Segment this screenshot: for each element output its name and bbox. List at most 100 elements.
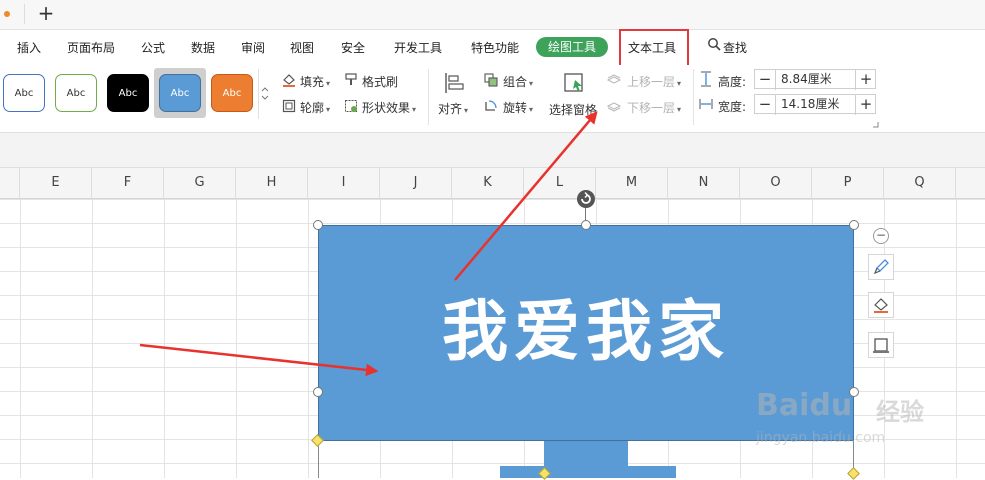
shape-text[interactable]: 我爱我家 <box>319 278 853 374</box>
fill-bucket-icon <box>874 298 888 313</box>
menu-bar: 插入 页面布局 公式 数据 审阅 视图 安全 开发工具 特色功能 绘图工具 文本… <box>0 29 985 67</box>
column-header-h[interactable]: H <box>236 168 308 198</box>
width-stepper[interactable]: − 14.18厘米 + <box>754 94 876 115</box>
ribbon-divider <box>693 69 694 125</box>
chevron-down-icon: ▾ <box>412 105 417 114</box>
width-increase-button[interactable]: + <box>855 95 876 115</box>
align-button[interactable]: 对齐 ▾ <box>438 100 468 117</box>
format-painter-icon <box>345 73 357 85</box>
outline-label: 轮廓 <box>300 101 325 115</box>
column-header-g[interactable]: G <box>164 168 236 198</box>
bring-forward-label: 上移一层 <box>627 75 676 89</box>
shape-style-4[interactable]: Abc <box>159 74 201 112</box>
column-header-o[interactable]: O <box>740 168 812 198</box>
shape-style-3[interactable]: Abc <box>107 74 149 112</box>
send-backward-label: 下移一层 <box>627 101 676 115</box>
rotate-label: 旋转 <box>503 101 528 115</box>
height-increase-button[interactable]: + <box>855 70 876 90</box>
fill-button[interactable]: 填充 ▾ <box>300 73 330 90</box>
menu-review[interactable]: 审阅 <box>241 39 265 56</box>
chevron-down-icon: ▾ <box>529 79 534 88</box>
collapse-toolbar-button[interactable]: − <box>873 228 889 244</box>
shape-style-1[interactable]: Abc <box>3 74 45 112</box>
outline-icon <box>282 99 296 113</box>
column-header-i[interactable]: I <box>308 168 380 198</box>
width-label: 宽度: <box>718 100 747 114</box>
shape-base[interactable] <box>500 466 676 478</box>
rotate-handle[interactable] <box>577 190 595 208</box>
fill-float-button[interactable] <box>868 292 894 318</box>
height-value[interactable]: 8.84厘米 <box>777 70 832 88</box>
shape-effects-icon <box>345 100 357 112</box>
shape-style-2[interactable]: Abc <box>55 74 97 112</box>
height-icon <box>701 71 711 87</box>
new-tab-button[interactable]: + <box>36 1 56 25</box>
search-icon[interactable] <box>707 37 721 51</box>
group-button[interactable]: 组合 ▾ <box>503 73 533 90</box>
menu-find[interactable]: 查找 <box>723 39 747 56</box>
style-gallery-scroll[interactable] <box>258 69 271 119</box>
column-header-f[interactable]: F <box>92 168 164 198</box>
resize-handle-top-left[interactable] <box>313 220 323 230</box>
menu-view[interactable]: 视图 <box>290 39 314 56</box>
row-header-corner <box>0 168 20 198</box>
text-shape[interactable]: 我爱我家 <box>318 225 854 441</box>
dialog-launcher-icon[interactable] <box>872 121 879 128</box>
chevron-down-icon: ▾ <box>326 79 331 88</box>
chevron-down-icon: ▾ <box>464 106 469 115</box>
shape-effects-label: 形状效果 <box>362 101 411 115</box>
height-decrease-button[interactable]: − <box>755 70 776 90</box>
rotate-arrow-icon <box>581 191 591 204</box>
column-header-q[interactable]: Q <box>884 168 956 198</box>
menu-page-layout[interactable]: 页面布局 <box>67 39 115 56</box>
chevron-down-icon: ▾ <box>326 105 331 114</box>
selection-pane-button[interactable]: 选择窗格 <box>549 101 597 118</box>
chevron-down-icon: ▾ <box>529 105 534 114</box>
column-header-m[interactable]: M <box>596 168 668 198</box>
menu-formula[interactable]: 公式 <box>141 39 165 56</box>
height-label: 高度: <box>718 75 747 89</box>
group-label: 组合 <box>503 75 528 89</box>
rotate-button[interactable]: 旋转 ▾ <box>503 99 533 116</box>
align-icon <box>445 73 464 93</box>
resize-handle-left[interactable] <box>313 387 323 397</box>
send-backward-button[interactable]: 下移一层 ▾ <box>627 99 681 116</box>
width-icon <box>699 99 713 109</box>
tab-drawing-tools[interactable]: 绘图工具 <box>536 37 608 57</box>
tab-strip: + <box>0 0 985 30</box>
group-icon <box>484 73 498 87</box>
fill-label: 填充 <box>300 75 325 89</box>
shape-style-5[interactable]: Abc <box>211 74 253 112</box>
column-header-n[interactable]: N <box>668 168 740 198</box>
shape-effects-button[interactable]: 形状效果 ▾ <box>362 99 416 116</box>
menu-data[interactable]: 数据 <box>191 39 215 56</box>
menu-developer[interactable]: 开发工具 <box>394 39 442 56</box>
brush-icon <box>873 259 889 275</box>
tab-divider <box>24 4 25 24</box>
height-stepper[interactable]: − 8.84厘米 + <box>754 69 876 90</box>
outline-button[interactable]: 轮廓 ▾ <box>300 99 330 116</box>
chevron-down-icon: ▾ <box>677 105 682 114</box>
chevron-down-icon: ▾ <box>677 79 682 88</box>
width-decrease-button[interactable]: − <box>755 95 776 115</box>
selection-pane-icon <box>564 73 583 92</box>
formula-bar-area <box>0 133 985 168</box>
column-header-k[interactable]: K <box>452 168 524 198</box>
menu-security[interactable]: 安全 <box>341 39 365 56</box>
column-header-e[interactable]: E <box>20 168 92 198</box>
outline-float-button[interactable] <box>868 332 894 358</box>
menu-special-features[interactable]: 特色功能 <box>471 39 519 56</box>
format-painter-button[interactable]: 格式刷 <box>362 73 398 90</box>
shape-style-float-button[interactable] <box>868 254 894 280</box>
resize-handle-top[interactable] <box>581 220 591 230</box>
menu-insert[interactable]: 插入 <box>17 39 41 56</box>
resize-handle-top-right[interactable] <box>849 220 859 230</box>
width-value[interactable]: 14.18厘米 <box>777 95 839 113</box>
tab-text-tools[interactable]: 文本工具 <box>628 39 676 56</box>
align-label: 对齐 <box>438 102 463 116</box>
resize-handle-right[interactable] <box>849 387 859 397</box>
bring-forward-button[interactable]: 上移一层 ▾ <box>627 73 681 90</box>
column-header-j[interactable]: J <box>380 168 452 198</box>
ribbon: Abc Abc Abc Abc Abc 填充 ▾ 格式刷 轮廓 ▾ 形状效果 ▾ 对齐… <box>0 65 985 133</box>
column-header-p[interactable]: P <box>812 168 884 198</box>
